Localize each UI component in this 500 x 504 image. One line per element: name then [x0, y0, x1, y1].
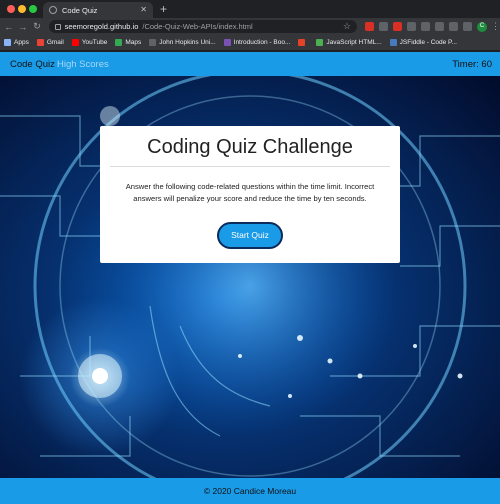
bookmark-label: Gmail — [46, 39, 64, 46]
menu-kebab-icon[interactable]: ⋮ — [491, 21, 500, 32]
footer-text: © 2020 Candice Moreau — [203, 486, 297, 496]
bookmark-label: JSFiddle - Code P... — [399, 39, 457, 46]
minimize-window-button[interactable] — [18, 5, 26, 13]
extension-icon[interactable] — [365, 22, 374, 31]
gitlab-icon — [298, 39, 306, 46]
start-quiz-button[interactable]: Start Quiz — [217, 222, 283, 249]
back-icon[interactable]: ← — [3, 22, 14, 32]
bookmark-item[interactable]: Maps — [115, 39, 141, 46]
close-tab-icon[interactable]: ✕ — [140, 6, 147, 14]
browser-tab[interactable]: Code Quiz ✕ — [43, 2, 153, 18]
extension-icon[interactable] — [393, 22, 402, 31]
footer: © 2020 Candice Moreau — [0, 478, 500, 504]
bookmark-star-icon[interactable]: ☆ — [343, 21, 351, 32]
url-path: /Code-Quiz-Web-APIs/index.html — [142, 22, 253, 31]
extensions-area: C — [365, 21, 487, 32]
youtube-icon — [71, 39, 79, 46]
bookmark-label: YouTube — [81, 39, 108, 46]
jsfiddle-icon — [389, 39, 397, 46]
bookmark-item[interactable]: Introduction - Boo... — [223, 39, 291, 46]
card-description: Answer the following code-related questi… — [125, 182, 375, 203]
apps-grid-icon — [4, 39, 11, 46]
reload-icon[interactable]: ↻ — [31, 21, 42, 32]
top-navbar: Code Quiz High Scores Timer: 60 — [0, 52, 500, 76]
high-scores-link[interactable]: High Scores — [57, 59, 109, 70]
lock-icon — [54, 23, 61, 30]
quiz-start-card: Coding Quiz Challenge Answer the followi… — [100, 126, 400, 263]
profile-avatar-icon[interactable]: C — [477, 21, 487, 32]
bookmark-label: Introduction - Boo... — [233, 39, 291, 46]
bookmark-item[interactable]: JSFiddle - Code P... — [389, 39, 457, 46]
forward-icon[interactable]: → — [17, 22, 28, 32]
extension-icon[interactable] — [449, 22, 458, 31]
bookmark-item[interactable] — [298, 39, 308, 46]
bookmark-item[interactable]: YouTube — [71, 39, 108, 46]
extension-icon[interactable] — [435, 22, 444, 31]
bookmark-item[interactable]: Gmail — [36, 39, 64, 46]
extension-icon[interactable] — [421, 22, 430, 31]
gmail-icon — [36, 39, 44, 46]
divider — [110, 166, 390, 167]
bookmark-item[interactable]: Apps — [4, 39, 29, 46]
bookmark-label: JavaScript HTML... — [326, 39, 382, 46]
close-window-button[interactable] — [7, 5, 15, 13]
extension-icon[interactable] — [379, 22, 388, 31]
bookmark-label: Maps — [125, 39, 142, 46]
card-title: Coding Quiz Challenge — [147, 136, 353, 158]
maps-icon — [115, 39, 123, 46]
browser-titlebar: Code Quiz ✕ + — [0, 0, 500, 18]
brand-link[interactable]: Code Quiz — [10, 59, 55, 70]
bookmarks-bar: Apps Gmail YouTube Maps John Hopkins Uni... I… — [0, 35, 500, 51]
extension-icon[interactable] — [463, 22, 472, 31]
new-tab-icon[interactable]: + — [160, 2, 167, 16]
maximize-window-button[interactable] — [29, 5, 37, 13]
bookmark-item[interactable]: JavaScript HTML... — [316, 39, 382, 46]
bootstrap-icon — [223, 39, 231, 46]
page: Code Quiz High Scores Timer: 60 Coding Q… — [0, 52, 500, 504]
bookmark-item[interactable]: John Hopkins Uni... — [149, 39, 216, 46]
bookmark-label: John Hopkins Uni... — [159, 39, 216, 46]
extension-icon[interactable] — [407, 22, 416, 31]
url-host: seemoregold.github.io — [64, 22, 139, 31]
address-bar[interactable]: seemoregold.github.io/Code-Quiz-Web-APIs… — [48, 20, 357, 33]
globe-icon — [49, 6, 57, 14]
browser-toolbar: ← → ↻ seemoregold.github.io/Code-Quiz-We… — [0, 18, 500, 35]
timer: Timer: 60 — [452, 59, 492, 70]
tab-title: Code Quiz — [62, 5, 98, 15]
bookmark-label: Apps — [14, 39, 29, 46]
folder-icon — [149, 39, 157, 46]
w3-icon — [316, 39, 324, 46]
